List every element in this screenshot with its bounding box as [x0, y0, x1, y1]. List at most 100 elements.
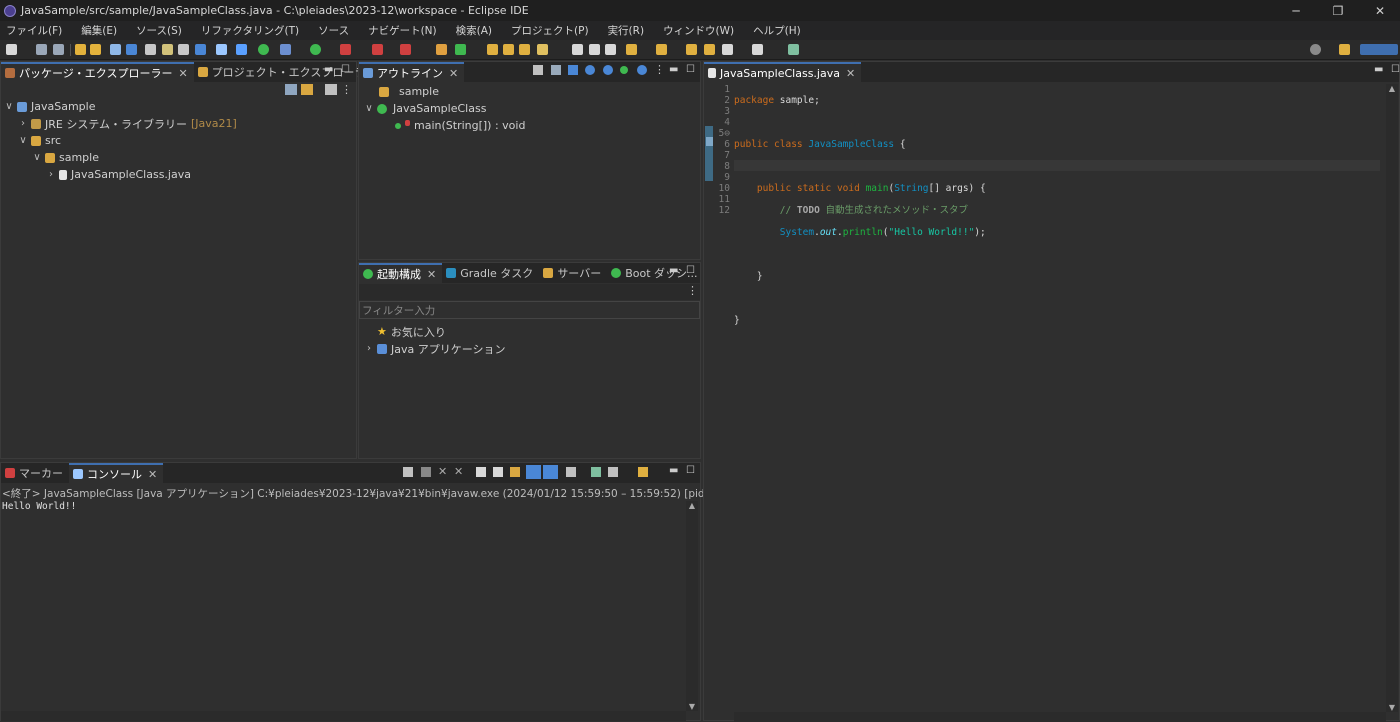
new-java-project-icon[interactable]: [436, 44, 447, 55]
tab-outline[interactable]: アウトライン ✕: [359, 62, 465, 82]
show-stderr-icon[interactable]: [543, 465, 558, 479]
back-icon[interactable]: [722, 44, 733, 55]
tab-package-explorer[interactable]: パッケージ・エクスプローラー ✕: [1, 62, 194, 82]
debug-icon[interactable]: [280, 44, 291, 55]
last-edit-icon[interactable]: [686, 44, 697, 55]
focus-icon[interactable]: [325, 84, 337, 95]
clear-console-icon[interactable]: [476, 467, 486, 477]
toggle-icon[interactable]: [145, 44, 156, 55]
mark-occurrences-icon[interactable]: [126, 44, 137, 55]
tab-console[interactable]: コンソール ✕: [69, 463, 164, 483]
scroll-up-icon[interactable]: ▲: [686, 501, 698, 510]
minimize-editor-icon[interactable]: ▬: [1374, 64, 1383, 75]
relaunch-icon[interactable]: [403, 467, 413, 477]
tree-item-java-file[interactable]: › JavaSampleClass.java: [45, 166, 191, 183]
hide-nonpublic-icon[interactable]: [603, 65, 613, 75]
console-output[interactable]: Hello World!!: [2, 501, 76, 512]
outline-item-method[interactable]: main(String[]) : void: [395, 117, 525, 134]
next-annotation-icon[interactable]: [626, 44, 637, 55]
show-whitespace-icon[interactable]: [195, 44, 206, 55]
menu-navigate[interactable]: ナビゲート(N): [368, 23, 437, 38]
redo-icon[interactable]: [90, 44, 101, 55]
maximize-view-icon[interactable]: ☐: [686, 465, 695, 476]
search-tool-icon[interactable]: [572, 44, 583, 55]
menu-run[interactable]: 実行(R): [608, 23, 645, 38]
tab-editor-file[interactable]: JavaSampleClass.java ✕: [704, 62, 862, 82]
launch-item-java-app[interactable]: › Java アプリケーション: [363, 340, 506, 357]
console-scrollbar[interactable]: ▲ ▼: [686, 501, 698, 711]
menu-window[interactable]: ウィンドウ(W): [663, 23, 734, 38]
tab-servers[interactable]: サーバー: [539, 263, 607, 283]
minimize-view-icon[interactable]: ▬: [669, 465, 678, 476]
link-icon[interactable]: [637, 65, 647, 75]
open-folder-3-icon[interactable]: [519, 44, 530, 55]
collapse-all-icon[interactable]: [285, 84, 297, 95]
close-button[interactable]: ✕: [1358, 0, 1400, 21]
chevron-right-icon[interactable]: ›: [45, 169, 57, 180]
external-tools-icon[interactable]: [400, 44, 411, 55]
tree-item-project[interactable]: ∨ JavaSample: [3, 98, 95, 115]
chevron-down-icon[interactable]: ∨: [3, 101, 15, 112]
scroll-down-icon[interactable]: ▼: [1386, 703, 1398, 712]
run-icon[interactable]: [310, 44, 321, 55]
java-perspective-button[interactable]: [1360, 44, 1398, 55]
minimize-view-icon[interactable]: ▬: [669, 64, 678, 75]
link-with-editor-icon[interactable]: [301, 84, 313, 95]
menu-search[interactable]: 検索(A): [456, 23, 492, 38]
block-select-icon[interactable]: [178, 44, 189, 55]
save-icon[interactable]: [36, 44, 47, 55]
chevron-right-icon[interactable]: ›: [363, 343, 375, 354]
undo-icon[interactable]: [75, 44, 86, 55]
word-wrap-icon[interactable]: [510, 467, 520, 477]
tab-gradle-tasks[interactable]: Gradle タスク: [442, 263, 539, 283]
restore-button[interactable]: ❐: [1316, 0, 1360, 21]
chevron-down-icon[interactable]: ∨: [17, 135, 29, 146]
tree-item-jre[interactable]: › JRE システム・ライブラリー [Java21]: [17, 115, 237, 132]
remove-launch-icon[interactable]: ✕: [438, 465, 447, 478]
maximize-view-icon[interactable]: ☐: [686, 64, 695, 75]
search-icon[interactable]: [1310, 44, 1321, 55]
forward-edit-icon[interactable]: [704, 44, 715, 55]
pen-icon[interactable]: [537, 44, 548, 55]
tab-project-explorer[interactable]: プロジェクト・エクスプローラー: [194, 62, 383, 82]
close-icon[interactable]: ✕: [427, 268, 436, 281]
coverage-icon[interactable]: [340, 44, 351, 55]
console-hscrollbar[interactable]: [1, 711, 686, 721]
pin-console-icon[interactable]: [566, 467, 576, 477]
save-all-icon[interactable]: [53, 44, 64, 55]
close-icon[interactable]: ✕: [148, 468, 157, 481]
terminate-icon[interactable]: [421, 467, 431, 477]
show-stdout-icon[interactable]: [526, 465, 541, 479]
scroll-up-icon[interactable]: ▲: [1386, 84, 1398, 93]
open-folder-icon[interactable]: [487, 44, 498, 55]
maximize-view-icon[interactable]: ☐: [341, 64, 350, 75]
sort-icon[interactable]: [551, 65, 561, 75]
pin-icon[interactable]: [788, 44, 799, 55]
scroll-lock-icon[interactable]: [493, 467, 503, 477]
filter-input[interactable]: フィルター入力: [359, 301, 700, 319]
open-perspective-icon[interactable]: [1339, 44, 1350, 55]
code-text[interactable]: package sample; public class JavaSampleC…: [734, 84, 1380, 370]
chevron-down-icon[interactable]: ∨: [31, 152, 43, 163]
tab-markers[interactable]: マーカー: [1, 463, 69, 483]
task-icon[interactable]: [589, 44, 600, 55]
new-icon[interactable]: [6, 44, 17, 55]
minimize-button[interactable]: ─: [1274, 0, 1318, 21]
launch-item-favorites[interactable]: ★ お気に入り: [377, 323, 446, 340]
stop-icon[interactable]: [372, 44, 383, 55]
view-menu-icon[interactable]: ⋮: [687, 284, 698, 297]
collapse-all-icon[interactable]: [533, 65, 543, 75]
chevron-down-icon[interactable]: ∨: [363, 103, 375, 114]
outline-item-class[interactable]: ∨ JavaSampleClass: [363, 100, 486, 117]
maximize-editor-icon[interactable]: ☐: [1391, 64, 1400, 75]
tab-launch-config[interactable]: 起動構成 ✕: [359, 263, 443, 283]
menu-project[interactable]: プロジェクト(P): [511, 23, 589, 38]
new-class-icon[interactable]: [455, 44, 466, 55]
view-menu-icon[interactable]: ⋮: [341, 83, 352, 96]
menu-source[interactable]: ソース(S): [136, 23, 182, 38]
menu-refactor[interactable]: リファクタリング(T): [201, 23, 299, 38]
menu-help[interactable]: ヘルプ(H): [753, 23, 801, 38]
view-menu-icon[interactable]: ⋮: [654, 63, 665, 76]
open-folder-2-icon[interactable]: [503, 44, 514, 55]
hide-local-types-icon[interactable]: [620, 66, 628, 74]
